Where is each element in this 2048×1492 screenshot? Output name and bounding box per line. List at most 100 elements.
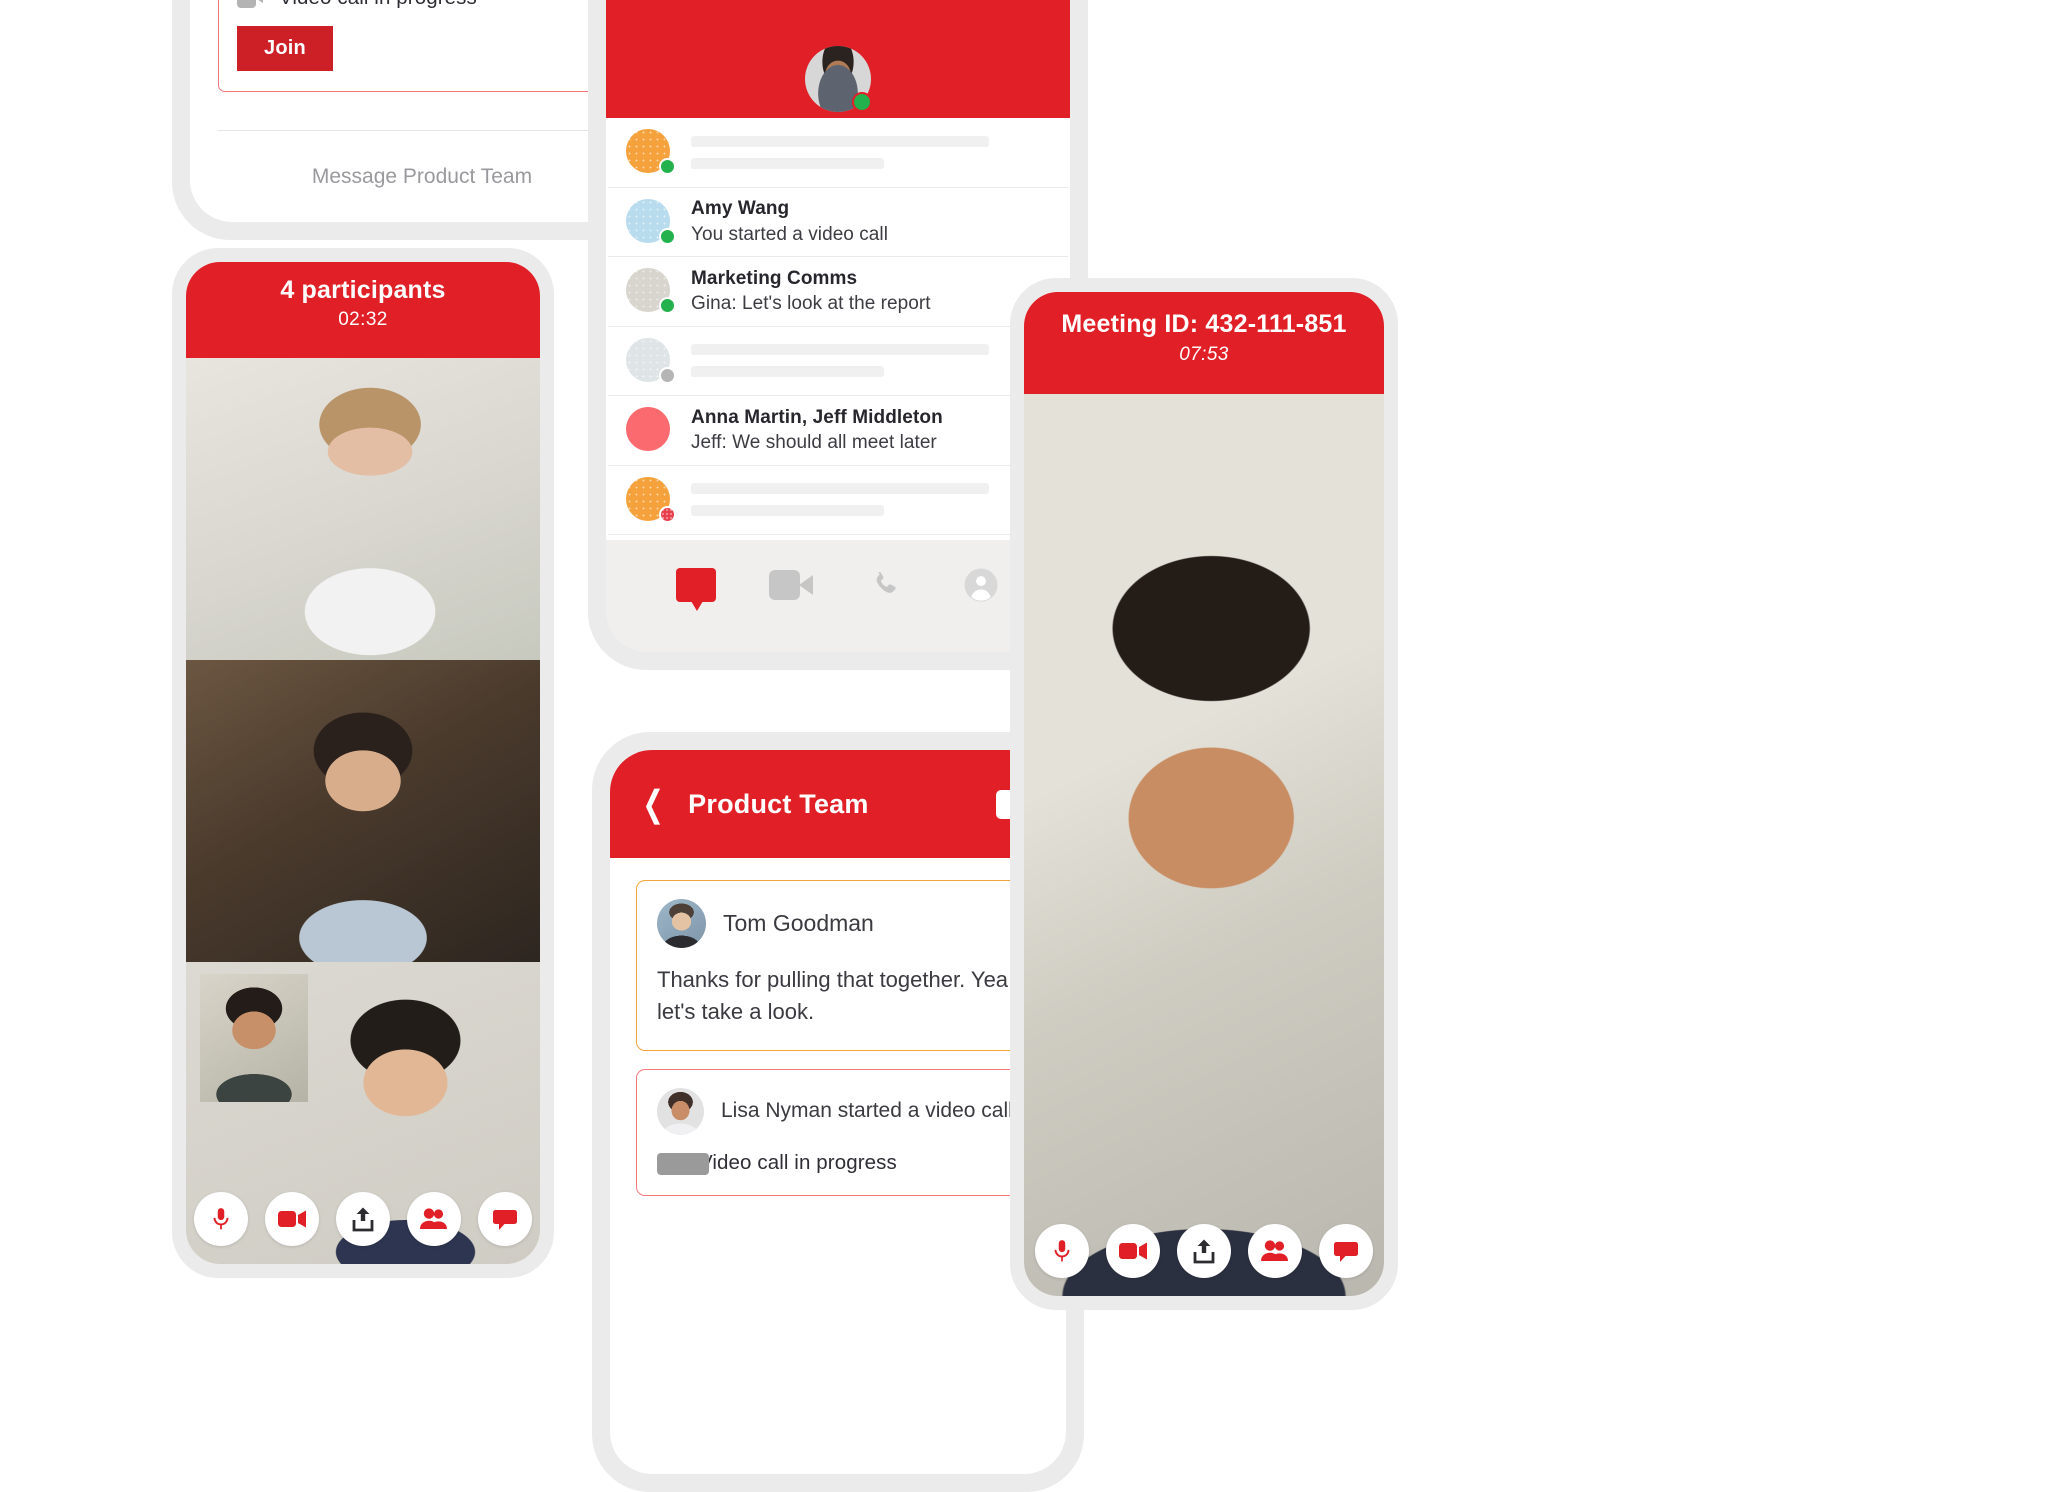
avatar: [657, 1087, 704, 1135]
contact-person-icon: [964, 568, 997, 602]
call-timer: 07:53: [1179, 344, 1229, 365]
screen-product-team: ❮ Product Team Tom Goodman Thanks for pu…: [610, 750, 1066, 1474]
participant-video-grid: [186, 358, 540, 1264]
page-title: Product Team: [688, 788, 869, 819]
list-item-placeholder: [691, 135, 1042, 169]
tab-chat[interactable]: [673, 562, 719, 611]
avatar: [626, 337, 676, 384]
avatar: [626, 198, 676, 245]
list-item[interactable]: [608, 118, 1068, 188]
status-dot: [659, 505, 676, 523]
avatar: [626, 407, 672, 453]
active-call-card[interactable]: Video call in progress Join: [218, 0, 626, 92]
phone-group-call: 4 participants 02:32: [172, 248, 554, 1278]
microphone-icon: [213, 1208, 229, 1230]
join-call-button[interactable]: Join: [237, 26, 333, 71]
status-dot: [659, 158, 676, 176]
chat-list-header: [606, 0, 1070, 118]
phone-solo-call: Meeting ID: 432-111-851 07:53: [1010, 278, 1398, 1310]
list-item[interactable]: Anna Martin, Jeff Middleton Jeff: We sho…: [608, 396, 1068, 466]
camera-button[interactable]: [265, 1192, 319, 1246]
participant-tile[interactable]: [186, 659, 540, 962]
participants-button[interactable]: [407, 1192, 461, 1246]
list-item-preview: Gina: Let's look at the report: [691, 293, 931, 315]
participant-tile[interactable]: [186, 358, 540, 660]
chat-button[interactable]: [1319, 1224, 1373, 1278]
list-item-name: Marketing Comms: [691, 267, 858, 289]
participants-button[interactable]: [1248, 1224, 1302, 1278]
chevron-left-icon[interactable]: ❮: [642, 786, 664, 822]
tab-contacts[interactable]: [958, 562, 1004, 608]
composer-placeholder: Message Product Team: [311, 164, 533, 188]
share-icon: [352, 1207, 374, 1232]
list-item[interactable]: Marketing Comms Gina: Let's look at the …: [608, 257, 1068, 327]
share-icon: [1193, 1239, 1215, 1264]
chat-bubble-icon: [1334, 1242, 1358, 1262]
video-call-status-row: Video call in progress: [657, 1150, 1019, 1176]
status-dot: [659, 227, 676, 245]
microphone-icon: [1054, 1240, 1070, 1262]
avatar: [626, 129, 676, 176]
video-call-status-row: Video call in progress: [237, 0, 607, 10]
status-dot: [659, 366, 676, 384]
video-camera-icon: [1119, 1242, 1147, 1260]
call-event-card[interactable]: Lisa Nyman started a video call Video ca…: [636, 1068, 1040, 1196]
avatar: [626, 268, 676, 315]
list-item-placeholder: [691, 483, 1042, 517]
video-call-status-label: Video call in progress: [699, 1150, 897, 1174]
tab-phone[interactable]: [863, 562, 909, 608]
call-timer: 02:32: [338, 309, 388, 330]
group-call-header: 4 participants 02:32: [186, 262, 540, 358]
message-text: Thanks for pulling that together. Yea, l…: [657, 967, 1015, 1024]
participants-icon: [1261, 1240, 1288, 1261]
share-button[interactable]: [1177, 1224, 1231, 1278]
remote-video[interactable]: [1024, 394, 1384, 1296]
call-event-text: Lisa Nyman started a video call: [721, 1099, 1013, 1123]
chat-list[interactable]: Amy Wang You started a video call Market…: [606, 118, 1070, 540]
call-controls[interactable]: [186, 1192, 540, 1246]
chat-bubble-icon: [675, 568, 716, 611]
mute-button[interactable]: [194, 1192, 248, 1246]
product-team-header: ❮ Product Team: [610, 750, 1066, 858]
list-item-name: Amy Wang: [691, 198, 790, 220]
screen-group-call: 4 participants 02:32: [186, 262, 540, 1264]
solo-call-header: Meeting ID: 432-111-851 07:53: [1024, 292, 1384, 394]
video-camera-icon: [657, 1153, 709, 1176]
list-item[interactable]: [608, 327, 1068, 396]
list-item-preview: You started a video call: [691, 223, 888, 245]
meeting-id-label: Meeting ID: 432-111-851: [1061, 310, 1347, 338]
mute-button[interactable]: [1035, 1224, 1089, 1278]
video-camera-icon: [278, 1210, 306, 1228]
online-status-dot: [852, 92, 872, 112]
video-camera-icon: [237, 0, 263, 8]
list-item[interactable]: [608, 466, 1068, 535]
participants-icon: [420, 1208, 447, 1229]
chat-bubble-icon: [493, 1210, 517, 1230]
message-composer[interactable]: Message Product Team: [218, 130, 626, 222]
phone-icon: [876, 572, 896, 593]
self-video-pip[interactable]: [200, 973, 308, 1102]
call-event-row: Lisa Nyman started a video call: [657, 1087, 1019, 1135]
avatar: [657, 899, 706, 948]
share-button[interactable]: [336, 1192, 390, 1246]
video-camera-icon: [768, 570, 813, 600]
call-controls[interactable]: [1024, 1224, 1384, 1278]
message-card[interactable]: Tom Goodman Thanks for pulling that toge…: [636, 880, 1040, 1051]
tab-video[interactable]: [768, 562, 814, 608]
list-item[interactable]: Amy Wang You started a video call: [608, 188, 1068, 257]
message-author: Tom Goodman: [723, 910, 874, 936]
screen-chat-list: Amy Wang You started a video call Market…: [606, 0, 1070, 652]
video-call-status-label: Video call in progress: [279, 0, 477, 10]
message-author-row: Tom Goodman: [657, 899, 1019, 948]
chat-button[interactable]: [478, 1192, 532, 1246]
participants-count-label: 4 participants: [280, 276, 446, 304]
list-item-preview: Jeff: We should all meet later: [691, 432, 937, 454]
screen-solo-call: Meeting ID: 432-111-851 07:53: [1024, 292, 1384, 1296]
bottom-tab-bar[interactable]: [606, 540, 1070, 652]
screen-chat-bottom: Video call in progress Join Message Prod…: [190, 0, 654, 222]
list-item-placeholder: [691, 344, 1042, 378]
list-item-name: Anna Martin, Jeff Middleton: [691, 406, 943, 428]
camera-button[interactable]: [1106, 1224, 1160, 1278]
status-dot: [659, 297, 676, 315]
message-thread: Tom Goodman Thanks for pulling that toge…: [610, 858, 1066, 1474]
